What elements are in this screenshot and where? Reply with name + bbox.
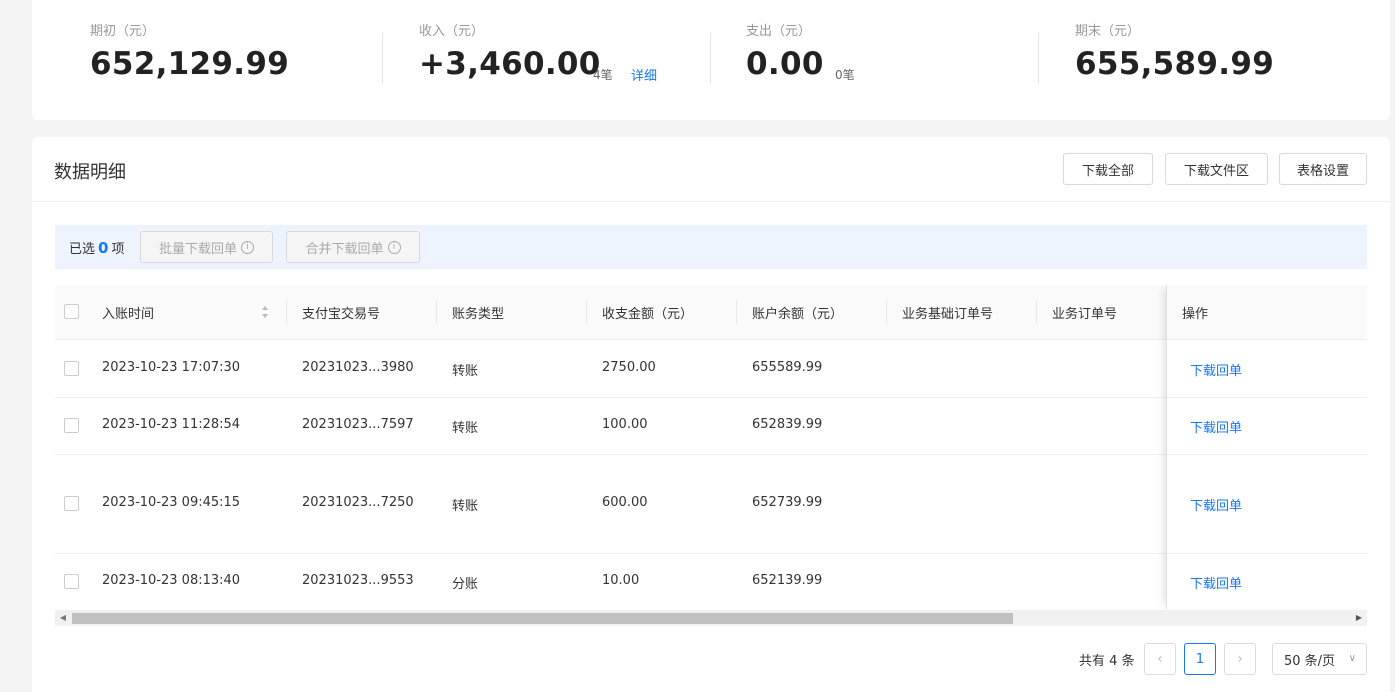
income-count: 4笔 [593,68,613,82]
selection-prefix: 已选 [69,242,96,257]
divider [1038,33,1039,83]
page-size-select[interactable]: 50 条/页 ∨ [1272,643,1367,675]
cell-amount: 600.00 [602,495,648,510]
cell-amount: 2750.00 [602,360,656,375]
cell-balance: 652739.99 [752,495,823,510]
closing-label: 期末（元） [1075,24,1141,39]
summary-card: 期初（元） 652,129.99 收入（元） +3,460.00 4笔 详细 支… [32,0,1390,120]
scroll-right-arrow-icon[interactable]: ▶ [1351,610,1367,626]
cell-trade-no: 20231023...7250 [302,495,414,510]
cell-type: 转账 [452,499,479,514]
select-all-checkbox[interactable] [64,304,79,319]
expense-value: 0.00 [746,46,824,82]
closing-value: 655,589.99 [1075,46,1275,82]
cell-time: 2023-10-23 08:13:40 [102,573,241,588]
column-separator [736,300,737,324]
expense-label: 支出（元） [746,24,812,39]
cell-time: 2023-10-23 09:45:15 [102,495,241,510]
column-header-type: 账务类型 [452,307,505,322]
prev-page-button[interactable]: ‹ [1144,643,1176,675]
next-page-button[interactable]: › [1224,643,1256,675]
cell-time: 2023-10-23 11:28:54 [102,417,241,432]
column-header-balance: 账户余额（元） [752,307,844,322]
download-area-button[interactable]: 下载文件区 [1165,153,1268,185]
column-header-base-order: 业务基础订单号 [902,307,994,322]
income-detail-link[interactable]: 详细 [631,65,657,84]
download-receipt-link[interactable]: 下载回单 [1190,495,1242,514]
page-size-value: 50 条/页 [1284,653,1336,669]
opening-value: 652,129.99 [90,46,290,82]
selection-status: 已选 0 项 [69,238,124,257]
chevron-left-icon: ‹ [1157,651,1163,667]
column-header-amount: 收支金额（元） [602,307,694,322]
cell-type: 分账 [452,577,479,592]
divider [32,201,1390,202]
column-header-trade-no: 支付宝交易号 [302,307,381,322]
column-separator [286,300,287,324]
selection-bar: 已选 0 项 批量下载回单 i 合并下载回单 i [55,225,1367,269]
transactions-table: 入账时间 支付宝交易号 账务类型 收支金额（元） 账户余额（元） 业务基础订单号… [55,285,1367,609]
pagination-total: 共有 4 条 [1079,654,1135,669]
chevron-right-icon: › [1237,651,1243,667]
page-title: 数据明细 [54,162,126,183]
table-row: 2023-10-23 11:28:54 20231023...7597 转账 1… [55,398,1367,455]
income-label: 收入（元） [419,24,485,39]
cell-balance: 652139.99 [752,573,823,588]
chevron-down-icon: ∨ [1348,653,1356,664]
column-separator [1036,300,1037,324]
download-receipt-link[interactable]: 下载回单 [1190,417,1242,436]
row-checkbox[interactable] [64,574,79,589]
scroll-left-arrow-icon[interactable]: ◀ [55,610,71,626]
sort-icon[interactable] [261,305,269,319]
table-row: 2023-10-23 08:13:40 20231023...9553 分账 1… [55,554,1367,609]
table-row: 2023-10-23 17:07:30 20231023...3980 转账 2… [55,341,1367,398]
opening-label: 期初（元） [90,24,156,39]
info-icon: i [241,240,254,254]
batch-download-button[interactable]: 批量下载回单 i [140,231,273,263]
data-detail-card: 数据明细 下载全部 下载文件区 表格设置 已选 0 项 批量下载回单 i 合并下载回单… [32,137,1390,692]
download-receipt-link[interactable]: 下载回单 [1190,573,1242,592]
cell-amount: 100.00 [602,417,648,432]
merge-download-label: 合并下载回单 [305,241,384,257]
cell-trade-no: 20231023...7597 [302,417,414,432]
cell-trade-no: 20231023...9553 [302,573,414,588]
table-row: 2023-10-23 09:45:15 20231023...7250 转账 6… [55,455,1367,554]
horizontal-scrollbar[interactable]: ◀ ▶ [55,610,1367,626]
cell-amount: 10.00 [602,573,640,588]
column-header-order: 业务订单号 [1052,307,1118,322]
download-receipt-link[interactable]: 下载回单 [1190,360,1242,379]
table-settings-button[interactable]: 表格设置 [1279,153,1367,185]
income-value: +3,460.00 [419,46,601,82]
table-header: 入账时间 支付宝交易号 账务类型 收支金额（元） 账户余额（元） 业务基础订单号… [55,285,1367,340]
cell-type: 转账 [452,421,479,436]
cell-trade-no: 20231023...3980 [302,360,414,375]
info-icon: i [387,240,401,254]
column-header-time[interactable]: 入账时间 [102,303,154,322]
cell-balance: 655589.99 [752,360,823,375]
row-checkbox[interactable] [64,496,79,511]
batch-download-label: 批量下载回单 [158,241,237,257]
cell-balance: 652839.99 [752,417,823,432]
row-checkbox[interactable] [64,418,79,433]
expense-count: 0笔 [835,68,855,82]
column-separator [436,300,437,324]
selection-count: 0 [98,239,109,257]
page-number-current[interactable]: 1 [1184,643,1216,675]
column-separator [886,300,887,324]
cell-time: 2023-10-23 17:07:30 [102,360,241,375]
divider [382,33,383,83]
selection-suffix: 项 [111,242,125,257]
divider [710,33,711,83]
merge-download-button[interactable]: 合并下载回单 i [286,231,420,263]
column-header-actions: 操作 [1182,307,1209,322]
download-all-button[interactable]: 下载全部 [1063,153,1153,185]
cell-type: 转账 [452,364,479,379]
row-checkbox[interactable] [64,361,79,376]
column-separator [586,300,587,324]
scrollbar-thumb[interactable] [72,613,1013,624]
